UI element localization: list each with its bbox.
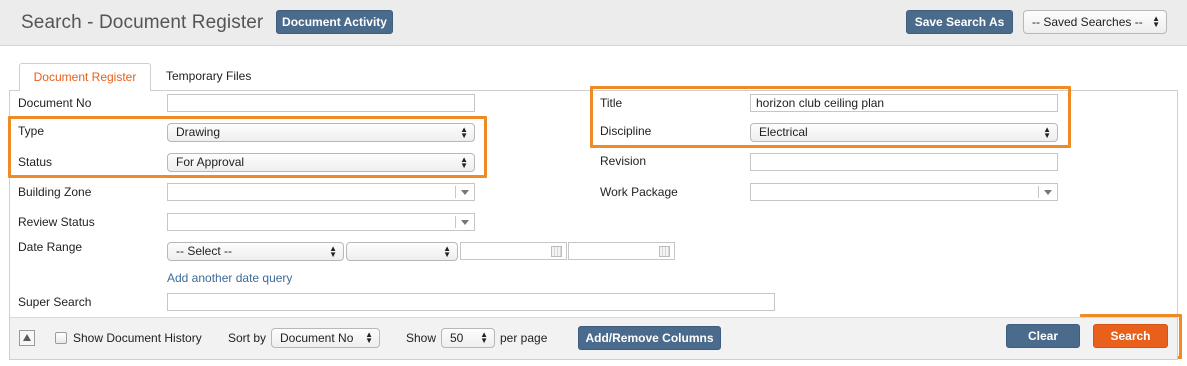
show-label: Show xyxy=(406,331,437,345)
page-size-select[interactable]: 50 ▲ ▼ xyxy=(441,328,495,348)
revision-label: Revision xyxy=(600,154,647,168)
document-no-label: Document No xyxy=(18,96,92,110)
select-arrows-icon: ▲ ▼ xyxy=(1152,14,1160,29)
select-arrows-icon: ▲ ▼ xyxy=(329,243,337,259)
document-activity-button[interactable]: Document Activity xyxy=(276,10,393,34)
add-remove-columns-button[interactable]: Add/Remove Columns xyxy=(578,326,721,350)
search-button[interactable]: Search xyxy=(1093,324,1168,348)
tab-document-register[interactable]: Document Register xyxy=(19,63,151,91)
page-size-value: 50 xyxy=(450,331,464,345)
revision-input[interactable] xyxy=(750,153,1058,171)
select-arrows-icon: ▲ ▼ xyxy=(480,330,488,345)
select-arrows-icon: ▲ ▼ xyxy=(443,243,451,259)
building-zone-combo[interactable] xyxy=(167,183,475,201)
date-operator-select[interactable]: ▲ ▼ xyxy=(346,242,458,261)
show-history-label: Show Document History xyxy=(73,331,202,345)
date-field-select[interactable]: -- Select -- ▲ ▼ xyxy=(167,242,344,261)
sort-by-label: Sort by xyxy=(228,331,267,345)
clear-button[interactable]: Clear xyxy=(1006,324,1080,348)
date-from-input[interactable] xyxy=(460,242,567,260)
chevron-down-icon xyxy=(461,190,469,195)
per-page-label: per page xyxy=(500,331,548,345)
date-field-value: -- Select -- xyxy=(176,244,233,258)
show-history-checkbox[interactable] xyxy=(55,332,67,344)
date-to-input[interactable] xyxy=(568,242,675,260)
review-status-label: Review Status xyxy=(18,215,95,229)
saved-searches-select[interactable]: -- Saved Searches -- ▲ ▼ xyxy=(1023,10,1167,34)
work-package-combo[interactable] xyxy=(750,183,1058,201)
add-date-query-link[interactable]: Add another date query xyxy=(167,271,292,285)
date-range-label: Date Range xyxy=(18,240,83,254)
combo-separator xyxy=(455,216,456,228)
highlight-title-discipline xyxy=(590,86,1071,148)
building-zone-label: Building Zone xyxy=(18,185,92,199)
highlight-type-status xyxy=(8,116,487,178)
combo-separator xyxy=(1038,186,1039,198)
review-status-combo[interactable] xyxy=(167,213,475,231)
combo-separator xyxy=(455,186,456,198)
chevron-down-icon xyxy=(461,220,469,225)
document-no-input[interactable] xyxy=(167,94,475,112)
select-arrows-icon: ▲ ▼ xyxy=(365,330,373,345)
saved-searches-value: -- Saved Searches -- xyxy=(1032,15,1143,29)
sort-by-value: Document No xyxy=(280,331,354,345)
work-package-label: Work Package xyxy=(600,185,678,199)
collapse-up-icon[interactable] xyxy=(19,330,35,346)
page-title: Search - Document Register xyxy=(21,12,264,33)
calendar-icon[interactable] xyxy=(551,246,562,257)
super-search-input[interactable] xyxy=(167,293,775,311)
save-search-as-button[interactable]: Save Search As xyxy=(906,10,1013,34)
page-header: Search - Document Register Document Acti… xyxy=(0,0,1187,46)
tab-temporary-files[interactable]: Temporary Files xyxy=(166,69,251,83)
chevron-down-icon xyxy=(1044,190,1052,195)
super-search-label: Super Search xyxy=(18,295,92,309)
sort-by-select[interactable]: Document No ▲ ▼ xyxy=(271,328,380,348)
calendar-icon[interactable] xyxy=(659,246,670,257)
